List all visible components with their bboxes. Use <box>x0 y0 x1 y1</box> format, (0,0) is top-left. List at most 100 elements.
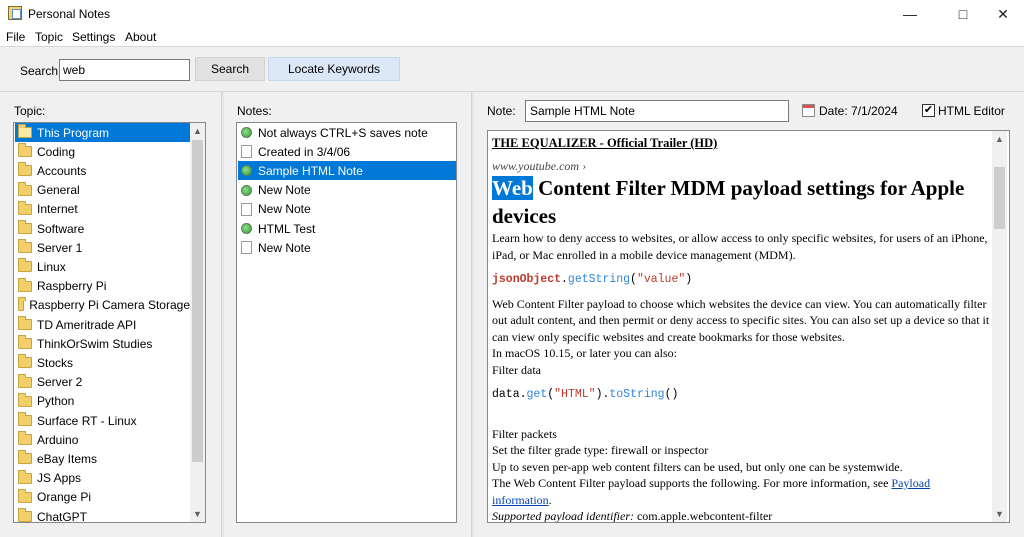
topic-item-label: Coding <box>37 144 76 159</box>
code-line: data.get("HTML").toString() <box>492 388 679 401</box>
paragraph: Set the filter grade type: firewall or i… <box>492 443 709 457</box>
folder-icon <box>18 392 32 407</box>
scroll-down-icon[interactable]: ▼ <box>190 506 205 522</box>
topic-item[interactable]: Server 1 <box>15 238 190 257</box>
scroll-up-icon[interactable]: ▲ <box>190 123 205 139</box>
topic-item[interactable]: Linux <box>15 257 190 276</box>
topic-item[interactable]: Stocks <box>15 353 190 372</box>
scroll-up-icon[interactable]: ▲ <box>992 131 1007 147</box>
note-item[interactable]: Not always CTRL+S saves note <box>238 123 456 142</box>
folder-icon <box>18 296 27 311</box>
note-date[interactable]: Date: 7/1/2024 <box>819 104 898 118</box>
note-item-label: Created in 3/4/06 <box>258 144 351 159</box>
note-item-label: New Note <box>258 202 311 217</box>
note-title-input[interactable] <box>525 100 789 122</box>
splitter-left[interactable] <box>221 92 224 537</box>
app-notes-icon <box>8 6 22 20</box>
notes-list[interactable]: Not always CTRL+S saves note Created in 3… <box>236 122 457 523</box>
note-item[interactable]: HTML Test <box>238 219 456 238</box>
topic-item[interactable]: This Program <box>15 123 190 142</box>
folder-icon <box>18 124 32 138</box>
topic-item[interactable]: Raspberry Pi <box>15 277 190 296</box>
topic-item[interactable]: Raspberry Pi Camera Storage <box>15 296 190 315</box>
source-url: www.youtube.com › <box>492 158 587 173</box>
globe-icon <box>241 223 252 234</box>
html-editor-checkbox[interactable]: ✔ <box>922 104 935 117</box>
document-icon <box>241 145 252 159</box>
scroll-down-icon[interactable]: ▼ <box>992 506 1007 522</box>
note-item[interactable]: New Note <box>238 181 456 200</box>
globe-icon <box>241 184 252 196</box>
topic-item[interactable]: ThinkOrSwim Studies <box>15 334 190 353</box>
topic-item[interactable]: Software <box>15 219 190 238</box>
topic-item-label: Server 1 <box>37 240 83 255</box>
topic-item[interactable]: Internet <box>15 200 190 219</box>
topic-item[interactable]: General <box>15 181 190 200</box>
note-item[interactable]: New Note <box>238 238 456 257</box>
topic-item[interactable]: eBay Items <box>15 449 190 468</box>
folder-icon <box>18 181 32 196</box>
topic-item-label: Linux <box>37 259 66 274</box>
locate-keywords-button[interactable]: Locate Keywords <box>268 57 400 81</box>
folder-icon <box>18 508 32 522</box>
folder-icon <box>18 412 32 426</box>
topic-item-label: Server 2 <box>37 375 83 390</box>
topic-item[interactable]: Accounts <box>15 161 190 180</box>
folder-icon <box>18 488 32 503</box>
topic-item[interactable]: Surface RT - Linux <box>15 411 190 430</box>
menu-file[interactable]: File <box>6 30 25 44</box>
folder-icon <box>18 200 32 215</box>
note-item[interactable]: Sample HTML Note <box>238 161 456 181</box>
note-item-label: HTML Test <box>258 221 316 236</box>
close-icon[interactable]: ✕ <box>980 0 1024 28</box>
topic-item-label: ThinkOrSwim Studies <box>37 336 153 351</box>
topic-item-label: Arduino <box>37 432 79 447</box>
code-line: jsonObject.getString("value") <box>492 273 693 286</box>
search-input[interactable] <box>59 59 190 81</box>
html-editor-label[interactable]: HTML Editor <box>938 104 1005 118</box>
topic-item-label: eBay Items <box>37 451 98 466</box>
topic-item-label: ChatGPT <box>37 509 88 523</box>
note-item-label: New Note <box>258 183 311 198</box>
note-title-label: Note: <box>487 104 516 118</box>
topic-item[interactable]: ChatGPT <box>15 507 190 523</box>
editor-scrollbar[interactable]: ▲ ▼ <box>992 131 1007 522</box>
menu-about[interactable]: About <box>125 30 156 44</box>
topic-item[interactable]: JS Apps <box>15 469 190 488</box>
folder-icon <box>18 258 32 273</box>
note-item[interactable]: Created in 3/4/06 <box>238 142 456 161</box>
topic-item-label: Python <box>37 394 75 409</box>
topic-item[interactable]: TD Ameritrade API <box>15 315 190 334</box>
topic-item-label: JS Apps <box>37 471 82 486</box>
topic-item[interactable]: Python <box>15 392 190 411</box>
topic-item[interactable]: Orange Pi <box>15 488 190 507</box>
topic-list[interactable]: This Program Coding Accounts General Interne… <box>13 122 206 523</box>
topic-scrollbar[interactable]: ▲ ▼ <box>190 123 205 522</box>
search-button[interactable]: Search <box>195 57 265 81</box>
topic-item[interactable]: Server 2 <box>15 373 190 392</box>
splitter-right[interactable] <box>471 92 474 537</box>
menu-topic[interactable]: Topic <box>35 30 63 44</box>
topic-item-label: This Program <box>37 125 110 140</box>
topic-item-label: Internet <box>37 202 78 217</box>
document-icon <box>241 202 252 216</box>
html-note-editor[interactable]: THE EQUALIZER - Official Trailer (HD) ww… <box>487 130 1010 523</box>
topic-item[interactable]: Arduino <box>15 430 190 449</box>
paragraph: Learn how to deny access to websites, or… <box>492 231 988 262</box>
globe-icon <box>241 127 252 138</box>
folder-icon <box>18 162 32 177</box>
scroll-thumb[interactable] <box>192 140 203 462</box>
topic-label: Topic: <box>14 104 46 118</box>
calendar-icon[interactable] <box>802 104 815 117</box>
menu-bar: File Topic Settings About <box>0 28 1024 46</box>
paragraph: Supported payload identifier: com.apple.… <box>492 509 773 523</box>
topic-item[interactable]: Coding <box>15 142 190 161</box>
paragraph: Filter packets <box>492 426 557 441</box>
note-item[interactable]: New Note <box>238 200 456 219</box>
scroll-thumb[interactable] <box>994 167 1005 229</box>
minimize-icon[interactable]: — <box>887 0 933 28</box>
window-title: Personal Notes <box>28 7 111 21</box>
video-link-title[interactable]: THE EQUALIZER - Official Trailer (HD) <box>492 135 990 152</box>
menu-settings[interactable]: Settings <box>72 30 115 44</box>
paragraph: In macOS 10.15, or later you can also: <box>492 346 677 360</box>
